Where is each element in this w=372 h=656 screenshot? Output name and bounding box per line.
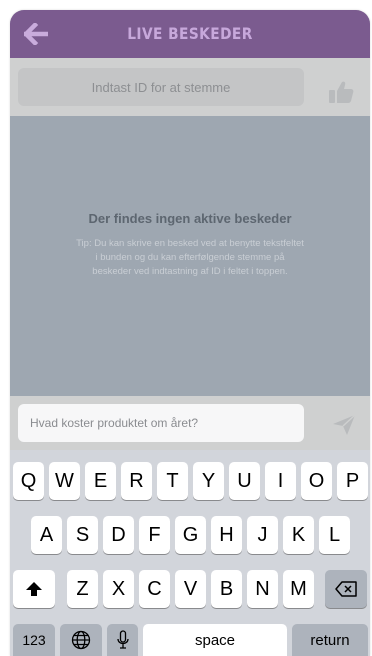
key-b[interactable]: B: [211, 570, 242, 608]
key-o[interactable]: O: [301, 462, 332, 500]
key-n[interactable]: N: [247, 570, 278, 608]
key-t[interactable]: T: [157, 462, 188, 500]
key-f[interactable]: F: [139, 516, 170, 554]
paper-plane-icon[interactable]: [332, 414, 356, 436]
key-w[interactable]: W: [49, 462, 80, 500]
header-bar: LIVE BESKEDER: [10, 10, 370, 58]
key-x[interactable]: X: [103, 570, 134, 608]
backspace-icon: [335, 581, 357, 597]
shift-key[interactable]: [13, 570, 55, 608]
return-key[interactable]: return: [292, 624, 368, 656]
onscreen-keyboard: Q W E R T Y U I O P A S D F G H J K L Z …: [10, 450, 370, 656]
key-j[interactable]: J: [247, 516, 278, 554]
key-l[interactable]: L: [319, 516, 350, 554]
key-c[interactable]: C: [139, 570, 170, 608]
compose-bar: [10, 396, 370, 450]
key-h[interactable]: H: [211, 516, 242, 554]
globe-key[interactable]: [60, 624, 102, 656]
mic-key[interactable]: [107, 624, 138, 656]
key-z[interactable]: Z: [67, 570, 98, 608]
key-d[interactable]: D: [103, 516, 134, 554]
messages-area: Der findes ingen aktive beskeder Tip: Du…: [10, 116, 370, 396]
microphone-icon: [116, 630, 129, 649]
vote-bar: [10, 58, 370, 116]
key-p[interactable]: P: [337, 462, 368, 500]
globe-icon: [71, 630, 91, 650]
key-e[interactable]: E: [85, 462, 116, 500]
key-u[interactable]: U: [229, 462, 260, 500]
shift-arrow-icon: [26, 582, 42, 596]
key-g[interactable]: G: [175, 516, 206, 554]
key-y[interactable]: Y: [193, 462, 224, 500]
app-frame: LIVE BESKEDER Der findes ingen aktive be…: [10, 10, 370, 656]
empty-state-title: Der findes ingen aktive beskeder: [88, 211, 292, 226]
vote-id-input[interactable]: [18, 68, 304, 106]
space-key[interactable]: space: [143, 624, 287, 656]
key-v[interactable]: V: [175, 570, 206, 608]
key-a[interactable]: A: [31, 516, 62, 554]
key-m[interactable]: M: [283, 570, 314, 608]
page-title: LIVE BESKEDER: [127, 24, 253, 43]
delete-key[interactable]: [325, 570, 367, 608]
numbers-key[interactable]: 123: [13, 624, 55, 656]
thumbs-up-icon[interactable]: [328, 80, 354, 104]
key-i[interactable]: I: [265, 462, 296, 500]
key-q[interactable]: Q: [13, 462, 44, 500]
empty-state-tip: Tip: Du kan skrive en besked ved at beny…: [76, 238, 304, 277]
key-k[interactable]: K: [283, 516, 314, 554]
message-input[interactable]: [18, 404, 304, 442]
key-r[interactable]: R: [121, 462, 152, 500]
key-s[interactable]: S: [67, 516, 98, 554]
